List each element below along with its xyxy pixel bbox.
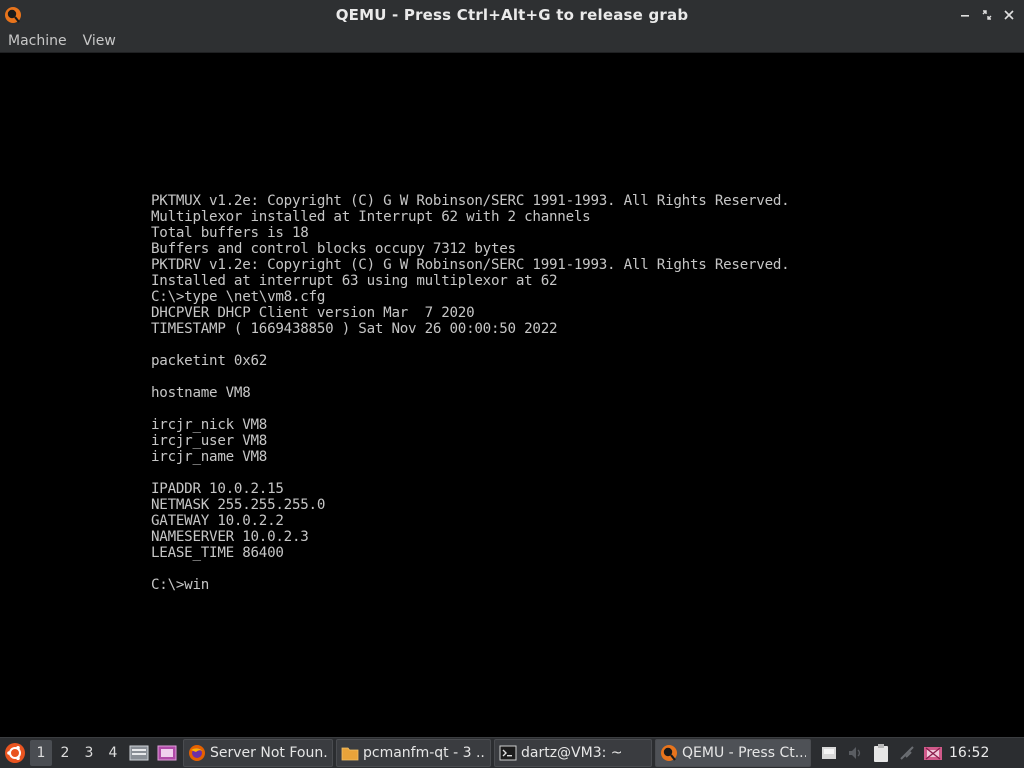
screenshot-icon[interactable] <box>154 740 180 766</box>
console-line: NAMESERVER 10.0.2.3 <box>151 529 309 545</box>
console-line: Multiplexor installed at Interrupt 62 wi… <box>151 209 591 225</box>
task-qemu[interactable]: QEMU - Press Ct... <box>655 739 811 767</box>
console-line: IPADDR 10.0.2.15 <box>151 481 284 497</box>
console-line: LEASE_TIME 86400 <box>151 545 284 561</box>
dos-console-output: PKTMUX v1.2e: Copyright (C) G W Robinson… <box>151 193 790 593</box>
clock[interactable]: 16:52 <box>949 745 989 761</box>
console-line: C:\>type \net\vm8.cfg <box>151 289 326 305</box>
console-line: ircjr_name VM8 <box>151 449 268 465</box>
console-line: C:\>win <box>151 577 210 593</box>
menu-bar: Machine View <box>0 30 1024 53</box>
firefox-icon <box>188 744 206 762</box>
task-firefox[interactable]: Server Not Foun... <box>183 739 333 767</box>
console-line: ircjr_user VM8 <box>151 433 268 449</box>
qemu-icon[interactable] <box>4 6 22 24</box>
console-line: GATEWAY 10.0.2.2 <box>151 513 284 529</box>
maximize-icon[interactable] <box>978 6 996 24</box>
network-icon[interactable] <box>895 740 919 766</box>
window-controls <box>956 6 1018 24</box>
minimize-icon[interactable] <box>956 6 974 24</box>
close-icon[interactable] <box>1000 6 1018 24</box>
desktop-4-button[interactable]: 4 <box>102 740 124 766</box>
console-line: Total buffers is 18 <box>151 225 309 241</box>
console-line: hostname VM8 <box>151 385 251 401</box>
terminal-icon <box>499 744 517 762</box>
task-label: dartz@VM3: ~ <box>521 745 623 761</box>
battery-icon[interactable] <box>921 740 945 766</box>
console-line: DHCPVER DHCP Client version Mar 7 2020 <box>151 305 475 321</box>
task-label: pcmanfm-qt - 3 ... <box>363 745 486 761</box>
console-line: ircjr_nick VM8 <box>151 417 268 433</box>
window-titlebar[interactable]: QEMU - Press Ctrl+Alt+G to release grab <box>0 0 1024 30</box>
window-title: QEMU - Press Ctrl+Alt+G to release grab <box>335 6 689 24</box>
desktop-1-button[interactable]: 1 <box>30 740 52 766</box>
console-line: TIMESTAMP ( 1669438850 ) Sat Nov 26 00:0… <box>151 321 558 337</box>
ubuntu-logo-icon[interactable] <box>2 740 28 766</box>
clipboard-icon[interactable] <box>869 740 893 766</box>
removable-media-icon[interactable] <box>817 740 841 766</box>
desktop-2-button[interactable]: 2 <box>54 740 76 766</box>
console-line: PKTDRV v1.2e: Copyright (C) G W Robinson… <box>151 257 790 273</box>
console-line: NETMASK 255.255.255.0 <box>151 497 326 513</box>
task-pcmanfm[interactable]: pcmanfm-qt - 3 ... <box>336 739 491 767</box>
screen: QEMU - Press Ctrl+Alt+G to release grab … <box>0 0 1024 768</box>
qemu-icon <box>660 744 678 762</box>
taskbar: 1 2 3 4 Server Not Foun... pcmanfm-qt - … <box>0 737 1024 768</box>
task-label: Server Not Foun... <box>210 745 328 761</box>
task-terminal[interactable]: dartz@VM3: ~ <box>494 739 652 767</box>
console-line: packetint 0x62 <box>151 353 268 369</box>
menu-machine[interactable]: Machine <box>0 30 75 52</box>
desktop-3-button[interactable]: 3 <box>78 740 100 766</box>
folder-icon <box>341 744 359 762</box>
volume-icon[interactable] <box>843 740 867 766</box>
file-manager-icon[interactable] <box>126 740 152 766</box>
vm-display[interactable]: PKTMUX v1.2e: Copyright (C) G W Robinson… <box>0 53 1024 737</box>
console-line: Installed at interrupt 63 using multiple… <box>151 273 558 289</box>
task-label: QEMU - Press Ct... <box>682 745 806 761</box>
console-line: Buffers and control blocks occupy 7312 b… <box>151 241 516 257</box>
menu-view[interactable]: View <box>75 30 124 52</box>
console-line: PKTMUX v1.2e: Copyright (C) G W Robinson… <box>151 193 790 209</box>
